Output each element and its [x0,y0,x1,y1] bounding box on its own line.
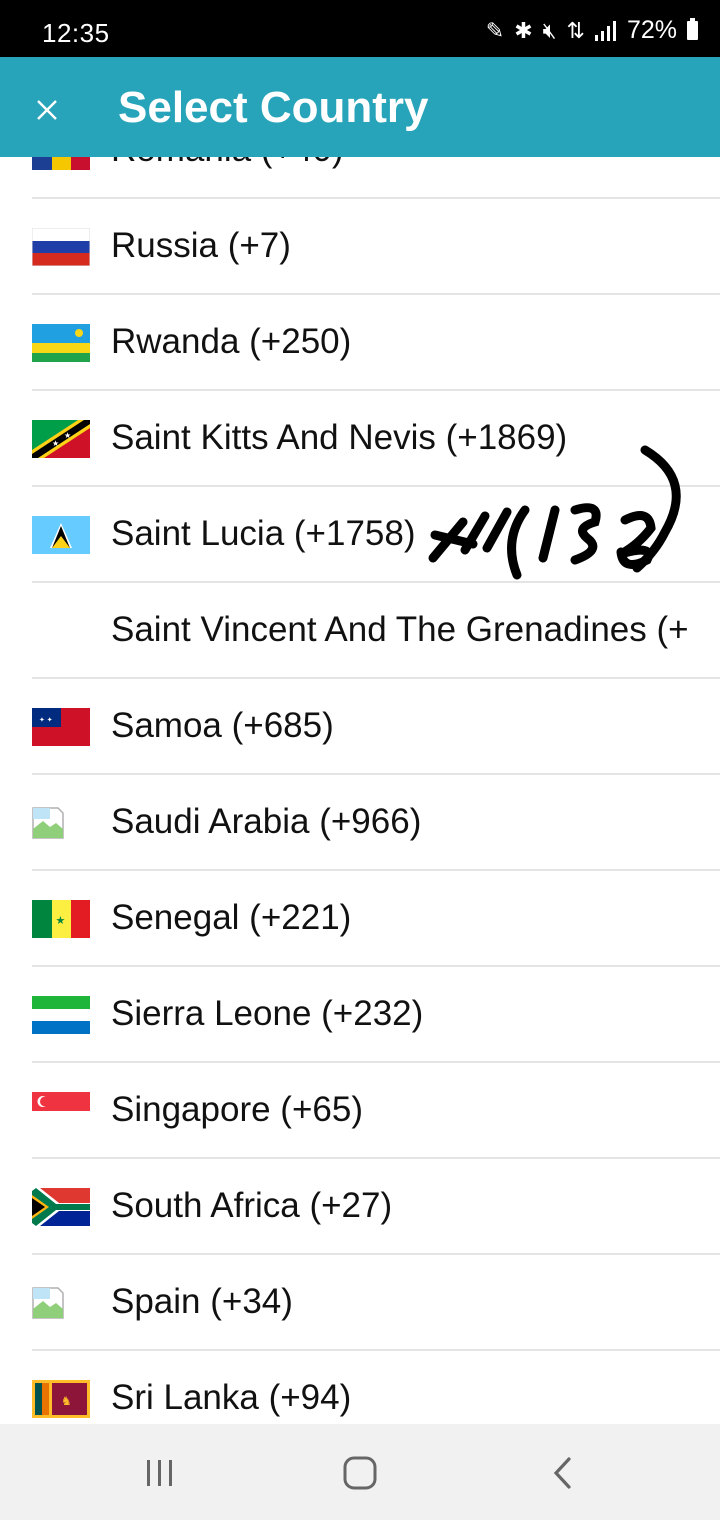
country-label: South Africa (+27) [111,1186,393,1225]
list-item-romania[interactable]: Romania (+40) [0,157,720,199]
edit-icon: ✎ [485,17,505,43]
list-item-senegal[interactable]: ★ Senegal (+221) [0,871,720,967]
south-africa-flag-icon [32,1188,90,1226]
broken-image-icon [32,807,64,839]
list-item-singapore[interactable]: Singapore (+65) [0,1063,720,1159]
senegal-flag-icon: ★ [32,900,90,938]
country-label: Samoa (+685) [111,706,334,745]
list-item-samoa[interactable]: ✦ ✦ Samoa (+685) [0,679,720,775]
country-label: Russia (+7) [111,226,291,265]
list-item-south-africa[interactable]: South Africa (+27) [0,1159,720,1255]
list-item-spain[interactable]: Spain (+34) [0,1255,720,1351]
status-time: 12:35 [42,18,110,48]
svg-text:★: ★ [64,431,71,440]
app-bar: Select Country [0,57,720,157]
status-icons: ✎ ✱ 🔇︎ ⇅ 72% [486,16,698,45]
broken-image-icon [32,1287,64,1319]
country-label: Singapore (+65) [111,1090,363,1129]
country-label: Saint Vincent And The Grenadines (+ [111,610,689,649]
country-label: Senegal (+221) [111,898,352,937]
samoa-flag-icon: ✦ ✦ [32,708,90,746]
list-item-russia[interactable]: Russia (+7) [0,199,720,295]
svg-text:♞: ♞ [61,1394,72,1408]
recent-apps-icon [147,1460,172,1486]
country-list[interactable]: Romania (+40) Russia (+7) Rwanda (+250) [0,157,720,1424]
country-label: Saint Lucia (+1758) [111,514,416,553]
svg-text:✦ ✦: ✦ ✦ [39,716,53,724]
country-label: Sierra Leone (+232) [111,994,424,1033]
svg-text:★: ★ [56,915,66,927]
list-item-saint-vincent[interactable]: Saint Vincent And The Grenadines (+ [0,583,720,679]
back-icon [553,1457,571,1489]
country-label: Romania (+40) [111,157,343,170]
russia-flag-icon [32,228,90,266]
svg-text:★: ★ [52,439,59,448]
saint-kitts-and-nevis-flag-icon: ★ ★ [32,420,90,458]
list-item-sierra-leone[interactable]: Sierra Leone (+232) [0,967,720,1063]
sri-lanka-flag-icon: ♞ [32,1380,90,1418]
list-item-sri-lanka[interactable]: ♞ Sri Lanka (+94) [0,1351,720,1424]
country-label: Sri Lanka (+94) [111,1378,352,1417]
country-label: Saudi Arabia (+966) [111,802,422,841]
country-label: Spain (+34) [111,1282,293,1321]
page-title: Select Country [118,83,429,132]
list-item-saudi-arabia[interactable]: Saudi Arabia (+966) [0,775,720,871]
data-icon: ⇅ [566,17,585,43]
country-label: Rwanda (+250) [111,322,352,361]
signal-icon [594,20,616,41]
home-icon [343,1456,377,1490]
navigation-bar [0,1424,720,1520]
romania-flag-icon [32,157,90,170]
battery-percent: 72% [626,16,677,44]
battery-icon [687,18,698,40]
close-button[interactable] [22,85,72,135]
status-bar: 12:35 ✎ ✱ 🔇︎ ⇅ 72% [0,0,720,57]
handwritten-annotation [428,445,681,580]
list-item-rwanda[interactable]: Rwanda (+250) [0,295,720,391]
rwanda-flag-icon [32,324,90,362]
sierra-leone-flag-icon [32,996,90,1034]
home-button[interactable] [335,1450,385,1496]
singapore-flag-icon [32,1092,90,1130]
saint-lucia-flag-icon [32,516,90,554]
close-icon [37,100,57,120]
bluetooth-icon: ✱ [514,17,533,43]
back-button[interactable] [538,1450,588,1496]
recent-apps-button[interactable] [135,1450,185,1496]
mute-icon: 🔇︎ [542,17,557,43]
